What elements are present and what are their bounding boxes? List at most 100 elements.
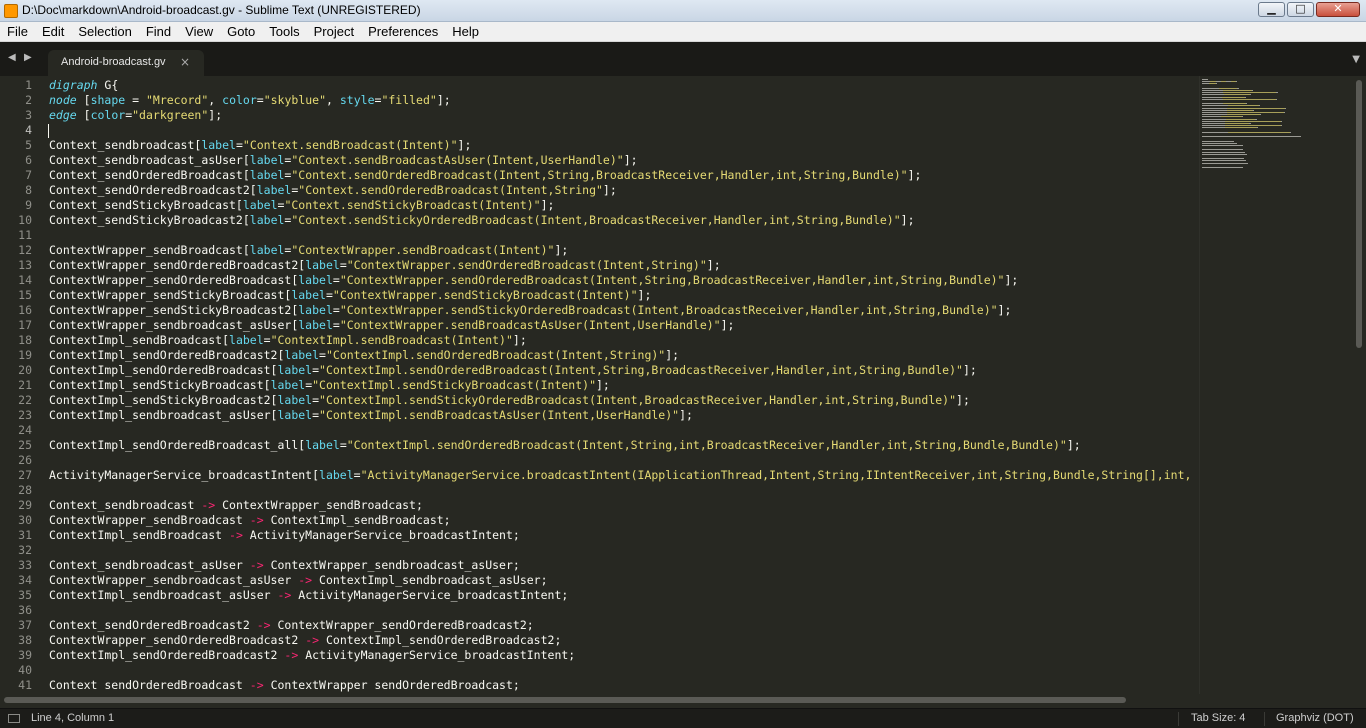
line-number: 12: [18, 243, 32, 257]
code-line[interactable]: ContextWrapper_sendStickyBroadcast[label…: [49, 288, 1199, 303]
tab-scroll-left-icon[interactable]: ◀: [8, 52, 16, 63]
code-line[interactable]: ContextImpl_sendBroadcast -> ActivityMan…: [49, 528, 1199, 543]
minimap-line: [1237, 87, 1239, 89]
code-line[interactable]: ContextImpl_sendbroadcast_asUser[label="…: [49, 408, 1199, 423]
code-line[interactable]: ContextImpl_sendOrderedBroadcast[label="…: [49, 363, 1199, 378]
code-line[interactable]: ContextImpl_sendStickyBroadcast[label="C…: [49, 378, 1199, 393]
code-line[interactable]: [49, 453, 1199, 468]
minimap-line: [1202, 167, 1243, 168]
line-number: 34: [18, 573, 32, 587]
code-line[interactable]: ContextWrapper_sendOrderedBroadcast[labe…: [49, 273, 1199, 288]
sublime-app-icon: [4, 4, 18, 18]
code-line[interactable]: ContextImpl_sendbroadcast_asUser -> Acti…: [49, 588, 1199, 603]
code-line[interactable]: ContextImpl_sendOrderedBroadcast2[label=…: [49, 348, 1199, 363]
close-button[interactable]: ✕: [1316, 2, 1360, 17]
close-icon: ✕: [1333, 2, 1343, 15]
minimap-line: [1275, 98, 1277, 100]
menu-goto[interactable]: Goto: [220, 22, 262, 42]
code-line[interactable]: ContextImpl_sendStickyBroadcast2[label="…: [49, 393, 1199, 408]
minimap-line: [1259, 105, 1261, 107]
tab-size-indicator[interactable]: Tab Size: 4: [1191, 712, 1245, 724]
code-line[interactable]: Context_sendbroadcast_asUser -> ContextW…: [49, 558, 1199, 573]
code-line[interactable]: ActivityManagerService_broadcastIntent[l…: [49, 468, 1199, 483]
minimap-line: [1245, 103, 1247, 105]
menu-find[interactable]: Find: [139, 22, 178, 42]
code-line[interactable]: ContextWrapper_sendOrderedBroadcast2[lab…: [49, 258, 1199, 273]
menu-selection[interactable]: Selection: [71, 22, 138, 42]
tab-scroll-right-icon[interactable]: ▶: [24, 52, 32, 63]
code-line[interactable]: edge [color="darkgreen"];: [49, 108, 1199, 123]
code-line[interactable]: [49, 228, 1199, 243]
minimap-line: [1202, 103, 1223, 105]
minimap-line: [1202, 94, 1224, 96]
horizontal-scrollbar[interactable]: [0, 694, 1199, 708]
line-number: 36: [18, 603, 32, 617]
vertical-scrollbar[interactable]: [1352, 76, 1366, 694]
code-line[interactable]: [49, 423, 1199, 438]
minimap-line: [1256, 127, 1258, 129]
syntax-indicator[interactable]: Graphviz (DOT): [1276, 712, 1354, 724]
status-divider: [1264, 712, 1265, 726]
menu-preferences[interactable]: Preferences: [361, 22, 445, 42]
code-line[interactable]: ContextWrapper_sendbroadcast_asUser -> C…: [49, 573, 1199, 588]
line-number: 28: [18, 483, 32, 497]
menu-file[interactable]: File: [0, 22, 35, 42]
code-line[interactable]: ContextWrapper_sendBroadcast -> ContextI…: [49, 513, 1199, 528]
line-number: 40: [18, 663, 32, 677]
code-line[interactable]: Context_sendbroadcast_asUser[label="Cont…: [49, 153, 1199, 168]
code-line[interactable]: Context_sendOrderedBroadcast[label="Cont…: [49, 168, 1199, 183]
code-line[interactable]: ContextImpl_sendOrderedBroadcast2 -> Act…: [49, 648, 1199, 663]
code-line[interactable]: ContextWrapper_sendStickyBroadcast2[labe…: [49, 303, 1199, 318]
code-line[interactable]: digraph G{: [49, 78, 1199, 93]
line-number: 8: [25, 183, 32, 197]
code-text-area[interactable]: digraph G{node [shape = "Mrecord", color…: [49, 78, 1199, 693]
text-cursor: [48, 124, 49, 138]
menu-tools[interactable]: Tools: [262, 22, 306, 42]
code-line[interactable]: Context_sendbroadcast[label="Context.sen…: [49, 138, 1199, 153]
code-line[interactable]: ContextWrapper_sendOrderedBroadcast2 -> …: [49, 633, 1199, 648]
minimap-line: [1249, 123, 1251, 124]
tab-android-broadcast[interactable]: Android-broadcast.gv ×: [48, 50, 204, 76]
minimap-line: [1253, 109, 1255, 111]
panel-toggle-icon[interactable]: [8, 714, 20, 723]
code-line[interactable]: [49, 663, 1199, 678]
minimap-line: [1226, 109, 1253, 111]
code-line[interactable]: Context_sendbroadcast -> ContextWrapper_…: [49, 498, 1199, 513]
minimap-line: [1202, 81, 1211, 83]
code-line[interactable]: Context_sendOrderedBroadcast2 -> Context…: [49, 618, 1199, 633]
menu-view[interactable]: View: [178, 22, 220, 42]
minimap-line: [1202, 153, 1247, 155]
code-line[interactable]: node [shape = "Mrecord", color="skyblue"…: [49, 93, 1199, 108]
code-line[interactable]: Context sendOrderedBroadcast -> ContextW…: [49, 678, 1199, 693]
minimap-line: [1255, 118, 1257, 120]
minimap-line: [1281, 120, 1283, 122]
code-line[interactable]: [49, 483, 1199, 498]
code-line[interactable]: Context_sendStickyBroadcast2[label="Cont…: [49, 213, 1199, 228]
minimap-line: [1242, 116, 1244, 118]
code-editor[interactable]: 1 2 3 4 5 6 7 8 9 10 11 12 13 14 15 16 17 18 19 20 21 22 23 24 2…: [0, 76, 1199, 694]
maximize-button[interactable]: □: [1287, 2, 1314, 17]
menu-project[interactable]: Project: [307, 22, 361, 42]
code-line[interactable]: ContextWrapper_sendBroadcast[label="Cont…: [49, 243, 1199, 258]
minimize-button[interactable]: ▁: [1258, 2, 1285, 17]
code-line[interactable]: ContextImpl_sendOrderedBroadcast_all[lab…: [49, 438, 1199, 453]
tab-list-dropdown-icon[interactable]: ▼: [1352, 54, 1360, 65]
horizontal-scrollbar-thumb[interactable]: [4, 697, 1126, 703]
code-line[interactable]: ContextWrapper_sendbroadcast_asUser[labe…: [49, 318, 1199, 333]
menu-help[interactable]: Help: [445, 22, 486, 42]
vertical-scrollbar-thumb[interactable]: [1356, 80, 1362, 348]
minimap-line: [1224, 123, 1250, 124]
code-line[interactable]: [49, 543, 1199, 558]
code-line[interactable]: Context_sendStickyBroadcast[label="Conte…: [49, 198, 1199, 213]
code-line[interactable]: ContextImpl_sendBroadcast[label="Context…: [49, 333, 1199, 348]
line-number: 33: [18, 558, 32, 572]
line-number: 1: [25, 78, 32, 92]
line-number: 2: [25, 93, 32, 107]
title-bar: D:\Doc\markdown\Android-broadcast.gv - S…: [0, 0, 1366, 22]
code-line[interactable]: Context_sendOrderedBroadcast2[label="Con…: [49, 183, 1199, 198]
minimap[interactable]: [1199, 76, 1352, 694]
menu-edit[interactable]: Edit: [35, 22, 71, 42]
code-line[interactable]: [49, 603, 1199, 618]
code-line[interactable]: [49, 123, 1199, 138]
tab-close-icon[interactable]: ×: [180, 55, 190, 69]
